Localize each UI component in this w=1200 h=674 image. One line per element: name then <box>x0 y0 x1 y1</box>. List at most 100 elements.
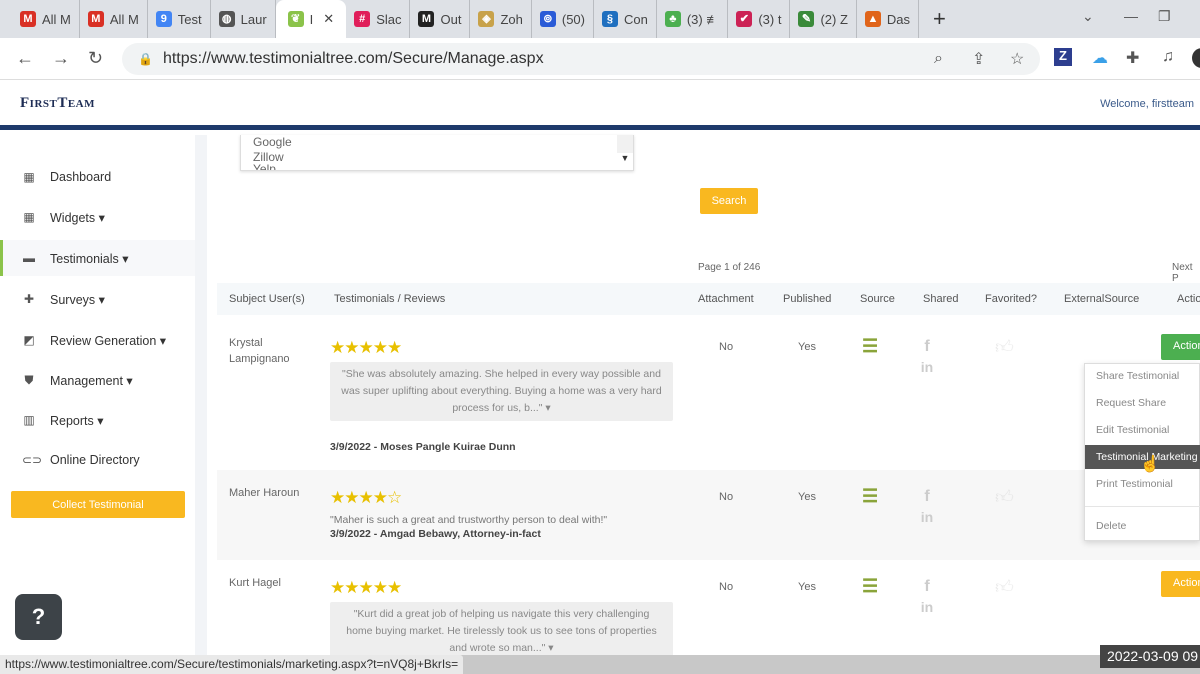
tab-label: I <box>309 11 314 27</box>
firstteam-logo[interactable]: FirstTeam <box>20 95 95 112</box>
sidebar-item-testimonials[interactable]: ▬ Testimonials ▾ <box>0 240 195 276</box>
address-bar-row: ← → ↻ 🔒 https://www.testimonialtree.com/… <box>0 38 1200 80</box>
linkedin-icon[interactable]: in <box>920 597 934 617</box>
column-header[interactable]: Published <box>783 293 831 305</box>
sidebar-item-label: Online Directory <box>50 453 140 467</box>
column-header[interactable]: Subject User(s) <box>229 293 305 305</box>
source-list-icon[interactable]: ☰ <box>862 336 878 357</box>
url-input[interactable]: 🔒 https://www.testimonialtree.com/Secure… <box>122 43 1040 75</box>
sidebar-item-label: Review Generation ▾ <box>50 333 167 348</box>
new-tab-button[interactable]: + <box>933 6 946 32</box>
sidebar-item-reports[interactable]: ▥ Reports ▾ <box>0 402 195 438</box>
column-header[interactable]: Actio <box>1177 293 1200 305</box>
source-list-icon[interactable]: ☰ <box>862 486 878 507</box>
tab-label: (3) t <box>758 11 782 27</box>
column-header[interactable]: Testimonials / Reviews <box>334 293 445 305</box>
profile-avatar[interactable] <box>1192 48 1200 68</box>
linkedin-icon[interactable]: in <box>920 507 934 527</box>
browser-tab[interactable]: ✎ (2) Z <box>790 0 857 38</box>
tab-label: (2) Z <box>820 11 848 27</box>
share-icon[interactable]: ⇪ <box>972 49 985 69</box>
extensions-puzzle-icon[interactable]: ✚ <box>1126 48 1139 68</box>
tab-label: (50) <box>561 11 585 27</box>
restore-button[interactable]: ❐ <box>1158 8 1171 25</box>
action-button[interactable]: Action <box>1161 571 1200 597</box>
menu-item-delete[interactable]: Delete <box>1085 514 1200 538</box>
collect-testimonial-button[interactable]: Collect Testimonial <box>11 491 185 518</box>
browser-tab[interactable]: ◍ Laur <box>211 0 276 38</box>
browser-tab[interactable]: # Slac <box>346 0 411 38</box>
action-button[interactable]: Action <box>1161 334 1200 360</box>
browser-tab[interactable]: 9 Test <box>148 0 211 38</box>
column-header[interactable]: ExternalSource <box>1064 293 1139 305</box>
tab-label: Slac <box>376 11 402 27</box>
published-value: Yes <box>798 341 816 353</box>
tab-close-icon[interactable]: ✕ <box>323 11 334 27</box>
sidebar-item-dashboard[interactable]: ▦ Dashboard <box>0 159 195 195</box>
column-header[interactable]: Source <box>860 293 895 305</box>
browser-tab[interactable]: ❦ I ✕ <box>275 0 347 38</box>
browser-tab[interactable]: § Con <box>594 0 657 38</box>
menu-item-request-share[interactable]: Request Share <box>1085 391 1200 415</box>
link-icon: ⊂⊃ <box>22 453 43 467</box>
minimize-button[interactable]: — <box>1124 8 1138 24</box>
zoom-extension-icon[interactable]: Z <box>1054 48 1072 66</box>
thumbs-up-icon[interactable]: 👍︎ <box>995 576 1014 598</box>
source-list-icon[interactable]: ☰ <box>862 576 878 597</box>
browser-tab[interactable]: ⊚ (50) <box>532 0 594 38</box>
menu-item-share-testimonial[interactable]: Share Testimonial <box>1085 364 1200 388</box>
facebook-icon[interactable]: f <box>920 337 934 357</box>
zoom-icon[interactable]: ⌕ <box>934 50 943 68</box>
app-icon: ♣ <box>664 11 681 27</box>
tab-label: Test <box>177 11 202 27</box>
sidebar-item-widgets[interactable]: ▦ Widgets ▾ <box>0 199 195 235</box>
facebook-icon[interactable]: f <box>920 487 934 507</box>
next-page-link[interactable]: Next P <box>1172 262 1200 284</box>
menu-item-print-testimonial[interactable]: Print Testimonial <box>1085 472 1200 496</box>
site-header: FirstTeam Welcome, firstteam <box>0 80 1200 130</box>
source-option[interactable]: Google <box>253 135 633 150</box>
thumbs-up-icon[interactable]: 👍︎ <box>995 486 1014 508</box>
sidebar-item-online-directory[interactable]: ⊂⊃ Online Directory <box>0 442 195 478</box>
browser-tab[interactable]: ▲ Das <box>857 0 920 38</box>
sidebar-item-label: Reports ▾ <box>50 413 104 428</box>
published-value: Yes <box>798 491 816 503</box>
testimonial-quote[interactable]: "She was absolutely amazing. She helped … <box>330 362 673 421</box>
search-button[interactable]: Search <box>700 188 758 214</box>
sidebar-item-management[interactable]: ⛊ Management ▾ <box>0 362 195 398</box>
forward-icon[interactable]: → <box>52 48 70 69</box>
sidebar-item-review-generation[interactable]: ◩ Review Generation ▾ <box>0 322 195 358</box>
sidebar-item-label: Surveys ▾ <box>50 292 105 307</box>
menu-item-edit-testimonial[interactable]: Edit Testimonial <box>1085 418 1200 442</box>
source-listbox[interactable]: Google Zillow Yelp ▼ <box>240 135 634 171</box>
column-header[interactable]: Attachment <box>698 293 754 305</box>
testimonial-quote[interactable]: "Maher is such a great and trustworthy p… <box>330 512 673 529</box>
testimonial-quote[interactable]: "Kurt did a great job of helping us navi… <box>330 602 673 661</box>
browser-tab[interactable]: M All M <box>80 0 148 38</box>
column-header[interactable]: Shared <box>923 293 958 305</box>
browser-tab[interactable]: M All M <box>12 0 80 38</box>
thumbs-up-icon[interactable]: 👍︎ <box>995 336 1014 358</box>
browser-tab[interactable]: M Out <box>410 0 471 38</box>
browser-tab[interactable]: ✔ (3) t <box>728 0 791 38</box>
source-option[interactable]: Yelp <box>253 162 633 170</box>
media-icon[interactable]: ♫ <box>1162 48 1174 66</box>
column-header[interactable]: Favorited? <box>985 293 1037 305</box>
sidebar-item-surveys[interactable]: ✚ Surveys ▾ <box>0 281 195 317</box>
tab-label: Out <box>440 11 462 27</box>
bookmark-star-icon[interactable]: ☆ <box>1010 49 1024 69</box>
back-icon[interactable]: ← <box>16 48 34 69</box>
tab-search-chevron-icon[interactable]: ⌄ <box>1082 8 1094 25</box>
browser-tab[interactable]: ◈ Zoh <box>470 0 532 38</box>
browser-tab[interactable]: ♣ (3) ≢ <box>657 0 729 38</box>
linkedin-icon[interactable]: in <box>920 357 934 377</box>
facebook-icon[interactable]: f <box>920 577 934 597</box>
help-button[interactable]: ? <box>15 594 62 640</box>
image-icon: ◩ <box>23 333 35 347</box>
chart-icon: ▥ <box>23 413 35 427</box>
lock-icon: 🔒 <box>138 52 153 66</box>
reload-icon[interactable]: ↻ <box>88 48 103 69</box>
listbox-scrollbar[interactable]: ▼ <box>617 135 633 163</box>
table-header: Subject User(s) Testimonials / Reviews Att… <box>217 283 1200 315</box>
cloud-icon[interactable]: ☁ <box>1092 48 1108 68</box>
